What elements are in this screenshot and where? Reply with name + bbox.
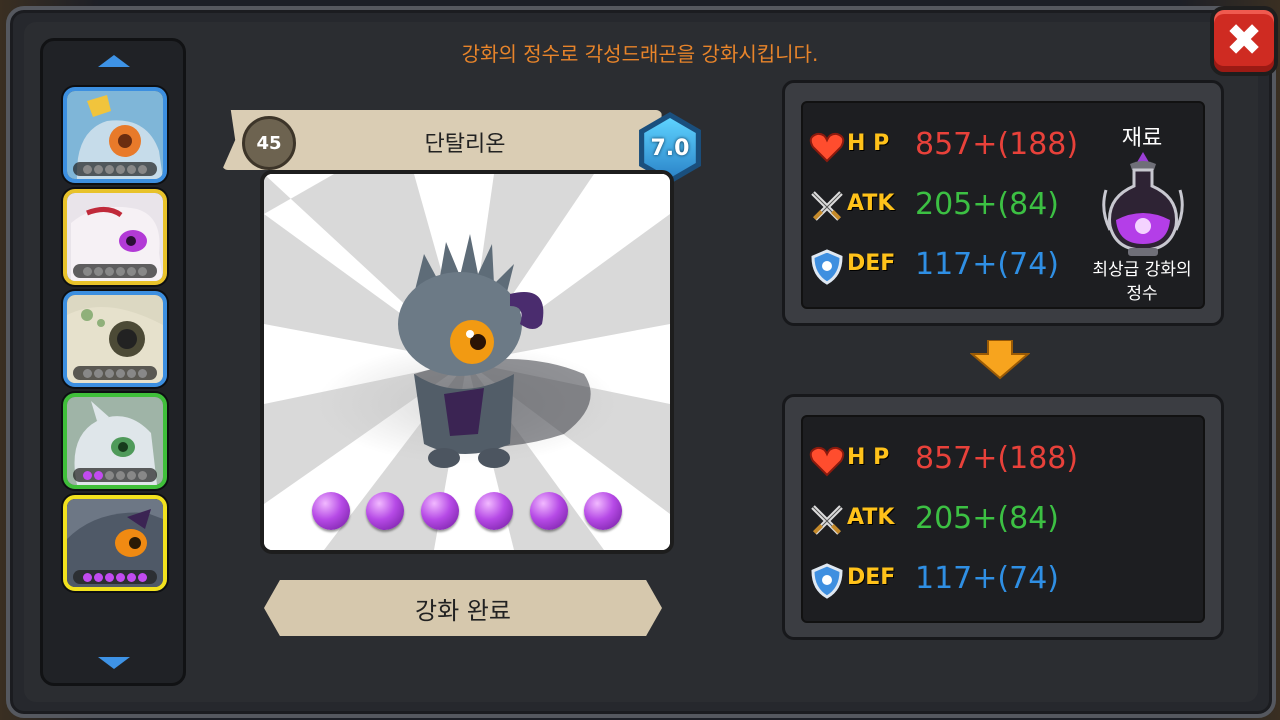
atk-value: 205+(84) bbox=[915, 501, 1059, 536]
material-name: 최상급 강화의 정수 bbox=[1072, 258, 1212, 306]
close-button[interactable]: ✖ bbox=[1210, 6, 1278, 76]
crossed-swords-icon bbox=[811, 505, 843, 535]
hp-label: H P bbox=[847, 445, 890, 470]
dragon-slot-1[interactable] bbox=[63, 87, 167, 183]
shield-icon bbox=[811, 563, 843, 599]
down-arrow-icon bbox=[970, 340, 1030, 380]
material-name-line1: 최상급 강화의 bbox=[1092, 260, 1192, 280]
dragon-slot-4[interactable] bbox=[63, 393, 167, 489]
hp-value: 857+(188) bbox=[915, 127, 1079, 162]
atk-row: ATK 205+(84) bbox=[803, 185, 1103, 229]
atk-label: ATK bbox=[847, 505, 895, 530]
material-title: 재료 bbox=[1121, 126, 1163, 151]
gem-icon bbox=[529, 492, 568, 530]
def-value: 117+(74) bbox=[915, 561, 1059, 596]
gem-row bbox=[73, 570, 157, 584]
gem-icon bbox=[583, 492, 622, 530]
def-label: DEF bbox=[847, 565, 896, 590]
def-value: 117+(74) bbox=[915, 247, 1059, 282]
scroll-up-arrow-icon[interactable] bbox=[98, 55, 130, 67]
dragon-name: 단탈리온 bbox=[424, 132, 506, 157]
close-icon: ✖ bbox=[1225, 15, 1263, 66]
dragon-slot-2[interactable] bbox=[63, 189, 167, 285]
scroll-down-arrow-icon[interactable] bbox=[98, 657, 130, 669]
result-stats-inner: H P 857+(188) ATK 205+(84) DEF 117+(74) bbox=[801, 415, 1205, 623]
atk-value: 205+(84) bbox=[915, 187, 1059, 222]
enhance-complete-button[interactable]: 강화 완료 bbox=[264, 580, 662, 636]
dragon-slot-5[interactable] bbox=[63, 495, 167, 591]
grade-value: 7.0 bbox=[644, 118, 696, 178]
hp-row: H P 857+(188) bbox=[803, 125, 1103, 169]
crossed-swords-icon bbox=[811, 191, 843, 221]
dragon-slot-3[interactable] bbox=[63, 291, 167, 387]
hp-label: H P bbox=[847, 131, 890, 156]
result-stats-box: H P 857+(188) ATK 205+(84) DEF 117+(74) bbox=[782, 394, 1224, 640]
def-row: DEF 117+(74) bbox=[803, 559, 1103, 603]
gem-icon bbox=[475, 492, 514, 530]
gem-row bbox=[73, 366, 157, 380]
material-name-line2: 정수 bbox=[1126, 284, 1158, 304]
gem-icon bbox=[366, 492, 405, 530]
def-row: DEF 117+(74) bbox=[803, 245, 1103, 289]
hp-row: H P 857+(188) bbox=[803, 439, 1103, 483]
instruction-text: 강화의 정수로 각성드래곤을 강화시킵니다. bbox=[461, 42, 819, 66]
atk-row: ATK 205+(84) bbox=[803, 499, 1103, 543]
gem-row bbox=[73, 162, 157, 176]
gem-icon bbox=[420, 492, 459, 530]
heart-icon bbox=[809, 132, 845, 163]
gem-row bbox=[73, 264, 157, 278]
hp-value: 857+(188) bbox=[915, 441, 1079, 476]
atk-label: ATK bbox=[847, 191, 895, 216]
dragon-list[interactable] bbox=[40, 38, 186, 686]
level-badge: 45 bbox=[242, 116, 296, 170]
shield-icon bbox=[811, 249, 843, 285]
enhance-gem-row bbox=[312, 492, 622, 532]
potion-flask-icon bbox=[1102, 152, 1184, 256]
gem-row bbox=[73, 468, 157, 482]
dragon-card bbox=[260, 170, 674, 554]
def-label: DEF bbox=[847, 251, 896, 276]
heart-icon bbox=[809, 446, 845, 477]
gem-icon bbox=[312, 492, 350, 530]
